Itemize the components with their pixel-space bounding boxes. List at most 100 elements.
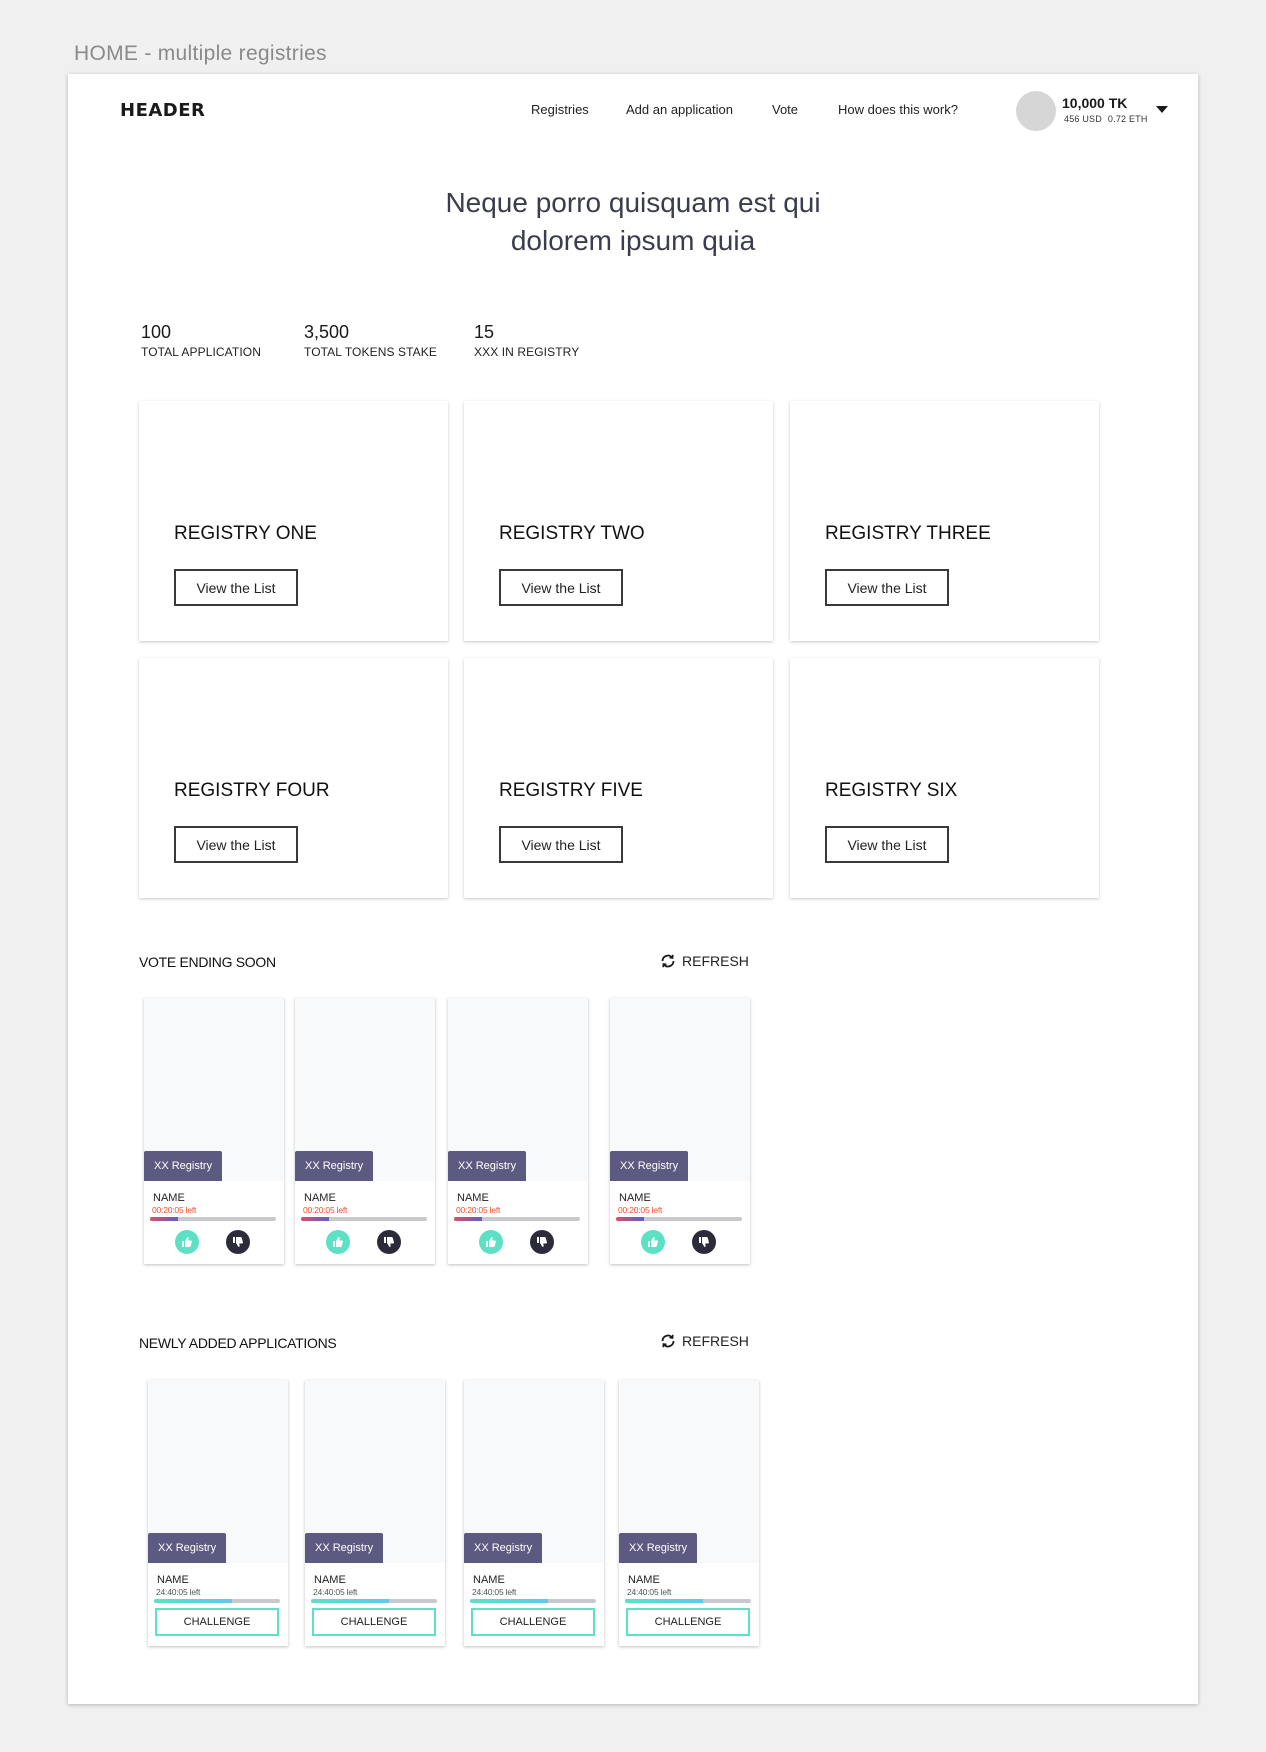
stat-value: 3,500	[304, 322, 350, 342]
thumbs-down-icon[interactable]	[692, 1230, 716, 1254]
registry-name: REGISTRY THREE	[825, 523, 991, 544]
progress-fill	[301, 1217, 329, 1221]
card-name: NAME	[619, 1192, 651, 1204]
wallet-balance: 456 USD 0.72 ETH	[1064, 114, 1154, 124]
nav-registries[interactable]: Registries	[531, 102, 589, 117]
thumbs-down-icon[interactable]	[226, 1230, 250, 1254]
progress-fill	[454, 1217, 482, 1221]
challenge-button[interactable]: CHALLENGE	[471, 1608, 595, 1636]
progress-fill	[150, 1217, 178, 1221]
view-list-button[interactable]: View the List	[499, 826, 623, 863]
application-card[interactable]: XX Registry NAME 24:40:05 left CHALLENGE	[464, 1380, 604, 1646]
hero-title: Neque porro quisquam est qui dolorem ips…	[68, 184, 1198, 260]
view-list-button[interactable]: View the List	[825, 569, 949, 606]
stat-total-tokens: 3,500 TOTAL TOKENS STAKE	[304, 322, 437, 359]
registry-name: REGISTRY TWO	[499, 523, 645, 544]
card-name: NAME	[157, 1574, 189, 1586]
progress-bar	[311, 1599, 437, 1603]
time-left: 24:40:05 left	[156, 1587, 201, 1597]
time-left: 24:40:05 left	[313, 1587, 358, 1597]
frame-label: HOME - multiple registries	[74, 42, 327, 65]
stat-value: 100	[141, 322, 172, 342]
wallet-usd: 456 USD	[1064, 114, 1102, 124]
refresh-icon	[661, 954, 675, 968]
registry-card-five: REGISTRY FIVE View the List	[464, 658, 773, 898]
thumbs-up-icon[interactable]	[326, 1230, 350, 1254]
application-card[interactable]: XX Registry NAME 24:40:05 left CHALLENGE	[148, 1380, 288, 1646]
view-list-button[interactable]: View the List	[825, 826, 949, 863]
stat-label: TOTAL TOKENS STAKE	[304, 345, 437, 359]
thumbs-up-icon[interactable]	[641, 1230, 665, 1254]
card-name: NAME	[314, 1574, 346, 1586]
thumbs-up-icon[interactable]	[479, 1230, 503, 1254]
challenge-button[interactable]: CHALLENGE	[312, 1608, 436, 1636]
time-left: 00:20:05 left	[456, 1205, 501, 1215]
time-left: 00:20:05 left	[618, 1205, 663, 1215]
view-list-button[interactable]: View the List	[499, 569, 623, 606]
progress-bar	[454, 1217, 580, 1221]
logo[interactable]: HEADER	[120, 100, 205, 121]
wallet-eth: 0.72 ETH	[1107, 114, 1148, 124]
vote-card[interactable]: XX Registry NAME 00:20:05 left	[295, 998, 435, 1264]
registry-card-three: REGISTRY THREE View the List	[790, 401, 1099, 641]
progress-bar	[154, 1599, 280, 1603]
time-left: 24:40:05 left	[627, 1587, 672, 1597]
registry-name: REGISTRY FIVE	[499, 780, 643, 801]
time-left: 00:20:05 left	[303, 1205, 348, 1215]
challenge-button[interactable]: CHALLENGE	[155, 1608, 279, 1636]
registry-tag: XX Registry	[448, 1151, 527, 1181]
progress-fill	[625, 1599, 704, 1603]
application-card[interactable]: XX Registry NAME 24:40:05 left CHALLENGE	[305, 1380, 445, 1646]
registry-tag: XX Registry	[610, 1151, 689, 1181]
stat-value: 15	[474, 322, 495, 342]
registry-tag: XX Registry	[295, 1151, 374, 1181]
refresh-label: REFRESH	[682, 1333, 749, 1349]
refresh-label: REFRESH	[682, 953, 749, 969]
stat-total-application: 100 TOTAL APPLICATION	[141, 322, 261, 359]
stat-label: TOTAL APPLICATION	[141, 345, 261, 359]
card-name: NAME	[153, 1192, 185, 1204]
vote-refresh-button[interactable]: REFRESH	[660, 953, 749, 969]
thumbs-up-icon[interactable]	[175, 1230, 199, 1254]
progress-fill	[470, 1599, 549, 1603]
refresh-icon	[661, 1334, 675, 1348]
registry-tag: XX Registry	[305, 1533, 384, 1563]
registry-tag: XX Registry	[144, 1151, 223, 1181]
nav-vote[interactable]: Vote	[772, 102, 798, 117]
vote-card[interactable]: XX Registry NAME 00:20:05 left	[144, 998, 284, 1264]
card-name: NAME	[304, 1192, 336, 1204]
nav-add-application[interactable]: Add an application	[626, 102, 733, 117]
stat-label: XXX IN REGISTRY	[474, 345, 580, 359]
registry-name: REGISTRY SIX	[825, 780, 958, 801]
card-name: NAME	[457, 1192, 489, 1204]
hero-line-2: dolorem ipsum quia	[510, 225, 756, 256]
vote-card[interactable]: XX Registry NAME 00:20:05 left	[610, 998, 750, 1264]
progress-fill	[616, 1217, 644, 1221]
wallet-tokens: 10,000 TK	[1062, 95, 1128, 111]
vote-ending-title: VOTE ENDING SOON	[139, 954, 276, 970]
progress-bar	[470, 1599, 596, 1603]
thumbs-down-icon[interactable]	[530, 1230, 554, 1254]
view-list-button[interactable]: View the List	[174, 569, 298, 606]
registry-card-four: REGISTRY FOUR View the List	[139, 658, 448, 898]
stat-in-registry: 15 XXX IN REGISTRY	[474, 322, 579, 359]
chevron-down-icon[interactable]	[1156, 106, 1168, 113]
avatar[interactable]	[1016, 91, 1056, 131]
nav-how-it-works[interactable]: How does this work?	[838, 102, 958, 117]
newly-added-title: NEWLY ADDED APPLICATIONS	[139, 1335, 337, 1351]
card-name: NAME	[628, 1574, 660, 1586]
thumbs-down-icon[interactable]	[377, 1230, 401, 1254]
registry-card-six: REGISTRY SIX View the List	[790, 658, 1099, 898]
progress-fill	[311, 1599, 390, 1603]
registry-card-two: REGISTRY TWO View the List	[464, 401, 773, 641]
card-name: NAME	[473, 1574, 505, 1586]
vote-card[interactable]: XX Registry NAME 00:20:05 left	[448, 998, 588, 1264]
view-list-button[interactable]: View the List	[174, 826, 298, 863]
registry-tag: XX Registry	[148, 1533, 227, 1563]
page-artboard: HEADER Registries Add an application Vot…	[68, 74, 1198, 1704]
challenge-button[interactable]: CHALLENGE	[626, 1608, 750, 1636]
progress-bar	[625, 1599, 751, 1603]
new-refresh-button[interactable]: REFRESH	[660, 1333, 749, 1349]
time-left: 00:20:05 left	[152, 1205, 197, 1215]
application-card[interactable]: XX Registry NAME 24:40:05 left CHALLENGE	[619, 1380, 759, 1646]
